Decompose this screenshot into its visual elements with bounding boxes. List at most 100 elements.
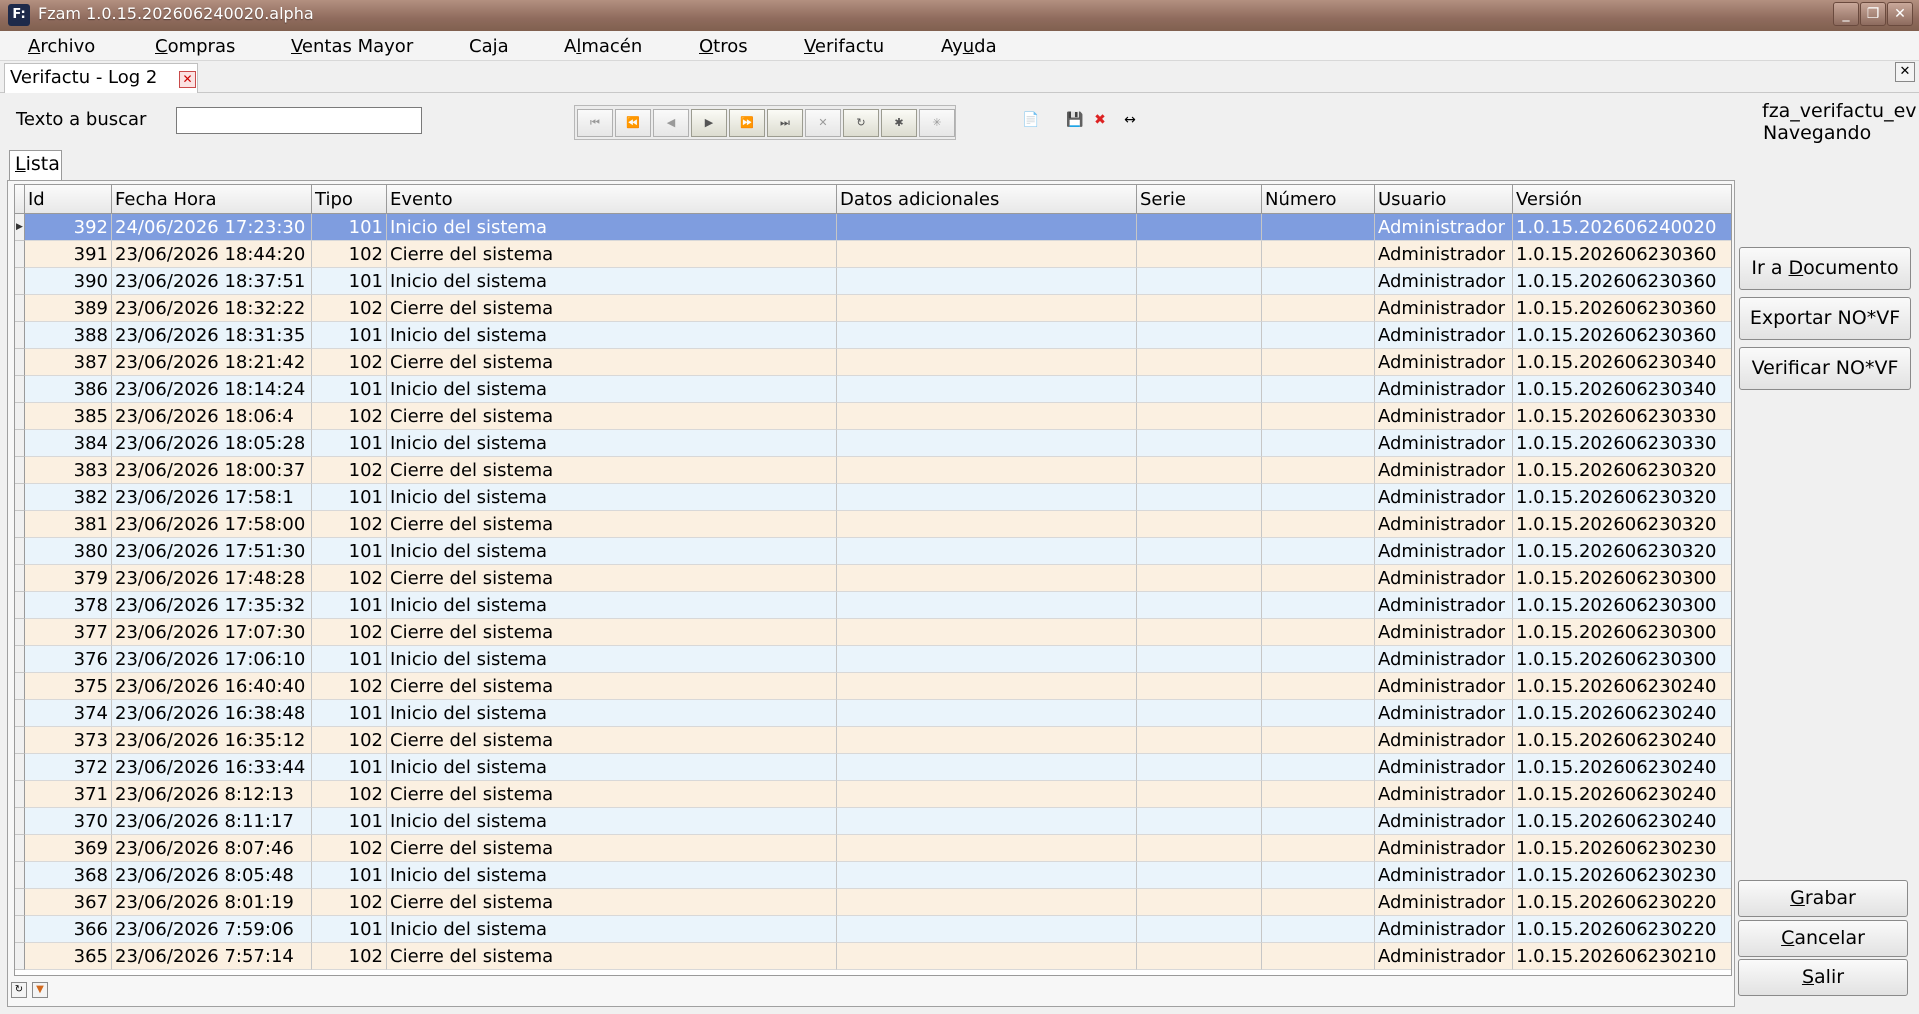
- cell-datos-adicionales[interactable]: [837, 565, 1137, 592]
- cell-evento[interactable]: Inicio del sistema: [387, 484, 837, 511]
- cell-id[interactable]: 365: [25, 943, 112, 970]
- cell-datos-adicionales[interactable]: [837, 511, 1137, 538]
- cell-usuario[interactable]: Administrador: [1375, 538, 1513, 565]
- cell-fecha-hora[interactable]: 23/06/2026 18:32:22: [112, 295, 312, 322]
- cell-version[interactable]: 1.0.15.202606230240: [1513, 727, 1731, 754]
- cell-id[interactable]: 381: [25, 511, 112, 538]
- cell-tipo[interactable]: 102: [312, 241, 387, 268]
- cell-datos-adicionales[interactable]: [837, 619, 1137, 646]
- cell-fecha-hora[interactable]: 23/06/2026 18:44:20: [112, 241, 312, 268]
- row-indicator[interactable]: [15, 376, 25, 403]
- cell-numero[interactable]: [1262, 268, 1375, 295]
- cell-version[interactable]: 1.0.15.202606230300: [1513, 592, 1731, 619]
- cell-usuario[interactable]: Administrador: [1375, 781, 1513, 808]
- cell-usuario[interactable]: Administrador: [1375, 565, 1513, 592]
- cell-evento[interactable]: Cierre del sistema: [387, 835, 837, 862]
- cell-datos-adicionales[interactable]: [837, 430, 1137, 457]
- table-row[interactable]: 390 23/06/2026 18:37:51 101 Inicio del sist…: [15, 268, 1731, 295]
- cell-fecha-hora[interactable]: 23/06/2026 17:07:30: [112, 619, 312, 646]
- cell-datos-adicionales[interactable]: [837, 727, 1137, 754]
- cell-fecha-hora[interactable]: 24/06/2026 17:23:30: [112, 214, 312, 241]
- cell-fecha-hora[interactable]: 23/06/2026 8:05:48: [112, 862, 312, 889]
- cell-id[interactable]: 374: [25, 700, 112, 727]
- cell-evento[interactable]: Cierre del sistema: [387, 349, 837, 376]
- prev-page-icon[interactable]: ⏪: [615, 109, 651, 137]
- cell-id[interactable]: 390: [25, 268, 112, 295]
- cell-evento[interactable]: Cierre del sistema: [387, 673, 837, 700]
- cell-serie[interactable]: [1137, 916, 1262, 943]
- cancel-button[interactable]: Cancelar: [1738, 920, 1908, 957]
- cell-tipo[interactable]: 102: [312, 727, 387, 754]
- cell-numero[interactable]: [1262, 349, 1375, 376]
- cell-numero[interactable]: [1262, 430, 1375, 457]
- cell-tipo[interactable]: 102: [312, 619, 387, 646]
- table-row[interactable]: 386 23/06/2026 18:14:24 101 Inicio del sist…: [15, 376, 1731, 403]
- minimize-button[interactable]: _: [1833, 2, 1859, 26]
- cell-id[interactable]: 366: [25, 916, 112, 943]
- cell-fecha-hora[interactable]: 23/06/2026 8:07:46: [112, 835, 312, 862]
- cell-tipo[interactable]: 102: [312, 781, 387, 808]
- cell-serie[interactable]: [1137, 619, 1262, 646]
- cell-version[interactable]: 1.0.15.202606230240: [1513, 808, 1731, 835]
- cell-fecha-hora[interactable]: 23/06/2026 17:35:32: [112, 592, 312, 619]
- cell-datos-adicionales[interactable]: [837, 781, 1137, 808]
- cell-tipo[interactable]: 102: [312, 835, 387, 862]
- header-col-serie[interactable]: Serie: [1137, 185, 1262, 214]
- cell-fecha-hora[interactable]: 23/06/2026 16:33:44: [112, 754, 312, 781]
- cell-fecha-hora[interactable]: 23/06/2026 8:11:17: [112, 808, 312, 835]
- cell-id[interactable]: 387: [25, 349, 112, 376]
- cell-tipo[interactable]: 101: [312, 214, 387, 241]
- close-tab-icon[interactable]: ✕: [179, 71, 196, 88]
- cell-evento[interactable]: Inicio del sistema: [387, 538, 837, 565]
- cell-serie[interactable]: [1137, 430, 1262, 457]
- cell-tipo[interactable]: 101: [312, 430, 387, 457]
- cell-datos-adicionales[interactable]: [837, 457, 1137, 484]
- next-page-icon[interactable]: ⏩: [729, 109, 765, 137]
- cell-fecha-hora[interactable]: 23/06/2026 18:31:35: [112, 322, 312, 349]
- cell-evento[interactable]: Inicio del sistema: [387, 754, 837, 781]
- cell-datos-adicionales[interactable]: [837, 295, 1137, 322]
- cell-usuario[interactable]: Administrador: [1375, 484, 1513, 511]
- last-record-icon[interactable]: ⏭: [767, 109, 803, 137]
- row-indicator[interactable]: [15, 781, 25, 808]
- cell-evento[interactable]: Inicio del sistema: [387, 268, 837, 295]
- cell-id[interactable]: 392: [25, 214, 112, 241]
- cell-version[interactable]: 1.0.15.202606230240: [1513, 754, 1731, 781]
- cell-numero[interactable]: [1262, 781, 1375, 808]
- cell-usuario[interactable]: Administrador: [1375, 943, 1513, 970]
- cell-numero[interactable]: [1262, 376, 1375, 403]
- cell-evento[interactable]: Inicio del sistema: [387, 862, 837, 889]
- table-row[interactable]: 377 23/06/2026 17:07:30 102 Cierre del sist…: [15, 619, 1731, 646]
- cell-numero[interactable]: [1262, 754, 1375, 781]
- cell-serie[interactable]: [1137, 727, 1262, 754]
- cell-numero[interactable]: [1262, 646, 1375, 673]
- verify-no-vf-button[interactable]: Verificar NO*VF: [1739, 347, 1911, 390]
- cell-usuario[interactable]: Administrador: [1375, 862, 1513, 889]
- cell-fecha-hora[interactable]: 23/06/2026 17:51:30: [112, 538, 312, 565]
- header-col-datos-adicionales[interactable]: Datos adicionales: [837, 185, 1137, 214]
- cell-id[interactable]: 388: [25, 322, 112, 349]
- cell-id[interactable]: 389: [25, 295, 112, 322]
- cell-numero[interactable]: [1262, 322, 1375, 349]
- cell-evento[interactable]: Inicio del sistema: [387, 592, 837, 619]
- table-row[interactable]: 374 23/06/2026 16:38:48 101 Inicio del sist…: [15, 700, 1731, 727]
- table-row[interactable]: 376 23/06/2026 17:06:10 101 Inicio del sist…: [15, 646, 1731, 673]
- cell-tipo[interactable]: 102: [312, 295, 387, 322]
- cell-fecha-hora[interactable]: 23/06/2026 18:37:51: [112, 268, 312, 295]
- cell-numero[interactable]: [1262, 484, 1375, 511]
- table-row[interactable]: 385 23/06/2026 18:06:4 102 Cierre del siste…: [15, 403, 1731, 430]
- cell-numero[interactable]: [1262, 295, 1375, 322]
- table-row[interactable]: 380 23/06/2026 17:51:30 101 Inicio del sist…: [15, 538, 1731, 565]
- row-indicator[interactable]: [15, 484, 25, 511]
- cell-evento[interactable]: Inicio del sistema: [387, 430, 837, 457]
- row-indicator[interactable]: [15, 727, 25, 754]
- cell-usuario[interactable]: Administrador: [1375, 673, 1513, 700]
- cell-datos-adicionales[interactable]: [837, 241, 1137, 268]
- cell-fecha-hora[interactable]: 23/06/2026 18:14:24: [112, 376, 312, 403]
- cell-tipo[interactable]: 101: [312, 808, 387, 835]
- cell-version[interactable]: 1.0.15.202606230240: [1513, 700, 1731, 727]
- cell-datos-adicionales[interactable]: [837, 403, 1137, 430]
- cell-evento[interactable]: Inicio del sistema: [387, 322, 837, 349]
- cell-fecha-hora[interactable]: 23/06/2026 18:06:4: [112, 403, 312, 430]
- cell-version[interactable]: 1.0.15.202606230340: [1513, 376, 1731, 403]
